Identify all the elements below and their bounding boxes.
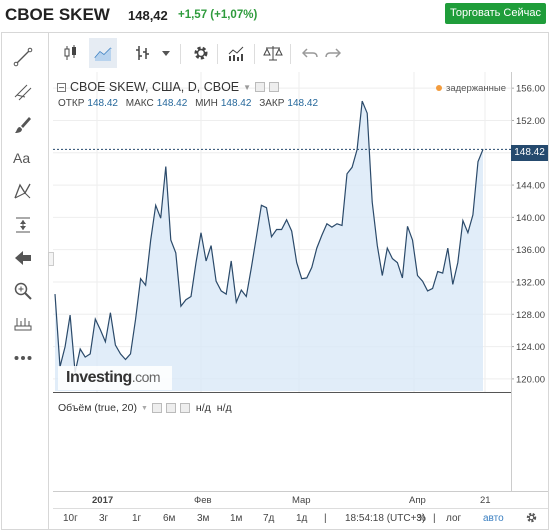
status-dot-icon bbox=[436, 85, 442, 92]
volume-label: Объём (true, 20) bbox=[58, 402, 137, 414]
y-tick-label: 128.00 bbox=[516, 310, 545, 321]
hide-mini-icon[interactable] bbox=[269, 82, 280, 92]
settings-icon[interactable] bbox=[525, 511, 538, 527]
range-1m-button[interactable]: 1м bbox=[230, 513, 242, 524]
collapse-legend-icon[interactable] bbox=[57, 82, 66, 92]
range-1d-button[interactable]: 1д bbox=[296, 513, 307, 524]
x-tick-label: Мар bbox=[292, 495, 311, 506]
bottom-bar: 10г 3г 1г 6м 3м 1м 7д 1д | 18:54:18 (UTC… bbox=[53, 508, 548, 529]
range-divider: | bbox=[324, 513, 327, 524]
log-scale-button[interactable]: лог bbox=[446, 513, 461, 524]
instrument-legend[interactable]: CBOE SKEW, США, D, CBOE ▼ bbox=[57, 80, 280, 94]
percent-scale-button[interactable]: % bbox=[417, 513, 426, 524]
open-value: 148.42 bbox=[87, 98, 118, 109]
header: CBOE SKEW 148,42 +1,57 (+1,07%) Торговат… bbox=[0, 0, 550, 32]
range-7d-button[interactable]: 7д bbox=[263, 513, 274, 524]
text-icon[interactable]: Aa bbox=[10, 145, 36, 171]
auto-scale-button[interactable]: авто bbox=[483, 513, 504, 524]
divider: | bbox=[433, 513, 436, 524]
x-tick-label: Фев bbox=[194, 495, 212, 506]
measure-icon[interactable] bbox=[10, 212, 36, 238]
left-toolbar: Aa bbox=[1, 32, 49, 530]
delayed-indicator: задержанные bbox=[436, 83, 506, 94]
x-tick-label: Апр bbox=[409, 495, 426, 506]
settings-icon[interactable] bbox=[187, 38, 215, 68]
toolbar-divider bbox=[217, 44, 218, 64]
volume-value-1: н/д bbox=[195, 402, 211, 414]
pattern-icon[interactable] bbox=[10, 178, 36, 204]
y-axis-ticks: 120.00 124.00 128.00 132.00 136.00 140.00 144.… bbox=[511, 84, 545, 385]
price-change: +1,57 (+1,07%) bbox=[178, 9, 258, 21]
compare-icon[interactable] bbox=[259, 38, 287, 68]
x-tick-label: 2017 bbox=[92, 495, 114, 506]
more-icon[interactable] bbox=[10, 345, 36, 371]
range-3m-button[interactable]: 3м bbox=[197, 513, 209, 524]
chevron-down-icon[interactable]: ▼ bbox=[141, 405, 148, 412]
trendline-icon[interactable] bbox=[10, 44, 36, 70]
price-chart[interactable]: 120.00 124.00 128.00 132.00 136.00 140.00 144.… bbox=[53, 72, 548, 392]
x-tick-label: 21 bbox=[480, 495, 491, 506]
y-tick-label: 132.00 bbox=[516, 277, 545, 288]
open-label: ОТКР bbox=[58, 98, 85, 109]
toolbar-divider bbox=[254, 44, 255, 64]
y-tick-label: 144.00 bbox=[516, 181, 545, 192]
dropdown-icon[interactable] bbox=[157, 38, 175, 68]
toolbar-divider bbox=[180, 44, 181, 64]
pane-divider[interactable] bbox=[53, 392, 511, 393]
range-10y-button[interactable]: 10г bbox=[63, 513, 78, 524]
settings-mini-icon[interactable] bbox=[151, 403, 162, 413]
range-1y-button[interactable]: 1г bbox=[132, 513, 141, 524]
settings-mini-icon[interactable] bbox=[255, 82, 266, 92]
y-axis-line bbox=[511, 72, 512, 491]
delayed-label: задержанные bbox=[446, 83, 506, 94]
close-label: ЗАКР bbox=[259, 98, 285, 109]
y-tick-label: 152.00 bbox=[516, 116, 545, 127]
range-6m-button[interactable]: 6м bbox=[163, 513, 175, 524]
clock-label: 18:54:18 (UTC+3) bbox=[345, 513, 426, 524]
volume-legend[interactable]: Объём (true, 20) ▼ н/д н/д bbox=[58, 402, 232, 414]
low-value: 148.42 bbox=[220, 98, 252, 109]
investing-logo: Investing.com bbox=[66, 369, 161, 386]
redo-icon[interactable] bbox=[319, 38, 347, 68]
area-chart-icon[interactable] bbox=[89, 38, 117, 68]
low-label: МИН bbox=[195, 98, 218, 109]
trade-now-button[interactable]: Торговать Сейчас bbox=[445, 3, 546, 24]
hide-mini-icon[interactable] bbox=[165, 403, 176, 413]
back-arrow-icon[interactable] bbox=[10, 245, 36, 271]
brush-icon[interactable] bbox=[10, 112, 36, 138]
ohlc-legend: ОТКР 148.42 МАКС 148.42 МИН 148.42 ЗАКР 148.… bbox=[58, 98, 323, 109]
y-tick-label: 136.00 bbox=[516, 245, 545, 256]
high-label: МАКС bbox=[125, 98, 154, 109]
high-value: 148.42 bbox=[156, 98, 188, 109]
fib-icon[interactable] bbox=[10, 79, 36, 105]
zoom-icon[interactable] bbox=[10, 278, 36, 304]
instrument-name: CBOE SKEW, США, D, CBOE bbox=[70, 80, 240, 94]
svg-text:Aa: Aa bbox=[13, 150, 30, 166]
range-3y-button[interactable]: 3г bbox=[99, 513, 108, 524]
indicators-icon[interactable] bbox=[223, 38, 251, 68]
y-tick-label: 156.00 bbox=[516, 84, 545, 95]
candles-icon[interactable] bbox=[57, 38, 85, 68]
y-tick-label: 124.00 bbox=[516, 342, 545, 353]
last-price-tag: 148.42 bbox=[511, 145, 548, 161]
y-tick-label: 140.00 bbox=[516, 213, 545, 224]
close-mini-icon[interactable] bbox=[179, 403, 190, 413]
price-area-fill bbox=[55, 101, 483, 391]
chevron-down-icon[interactable]: ▼ bbox=[243, 83, 251, 92]
bars-icon[interactable] bbox=[129, 38, 157, 68]
page-title: CBOE SKEW bbox=[5, 5, 110, 24]
close-value: 148.42 bbox=[287, 98, 319, 109]
current-price: 148,42 bbox=[128, 8, 168, 23]
toolbar-divider bbox=[290, 44, 291, 64]
volume-value-2: н/д bbox=[216, 402, 232, 414]
x-axis[interactable]: 2017 Фев Мар Апр 21 bbox=[53, 491, 548, 506]
y-tick-label: 120.00 bbox=[516, 374, 545, 385]
ruler-icon[interactable] bbox=[10, 310, 36, 336]
